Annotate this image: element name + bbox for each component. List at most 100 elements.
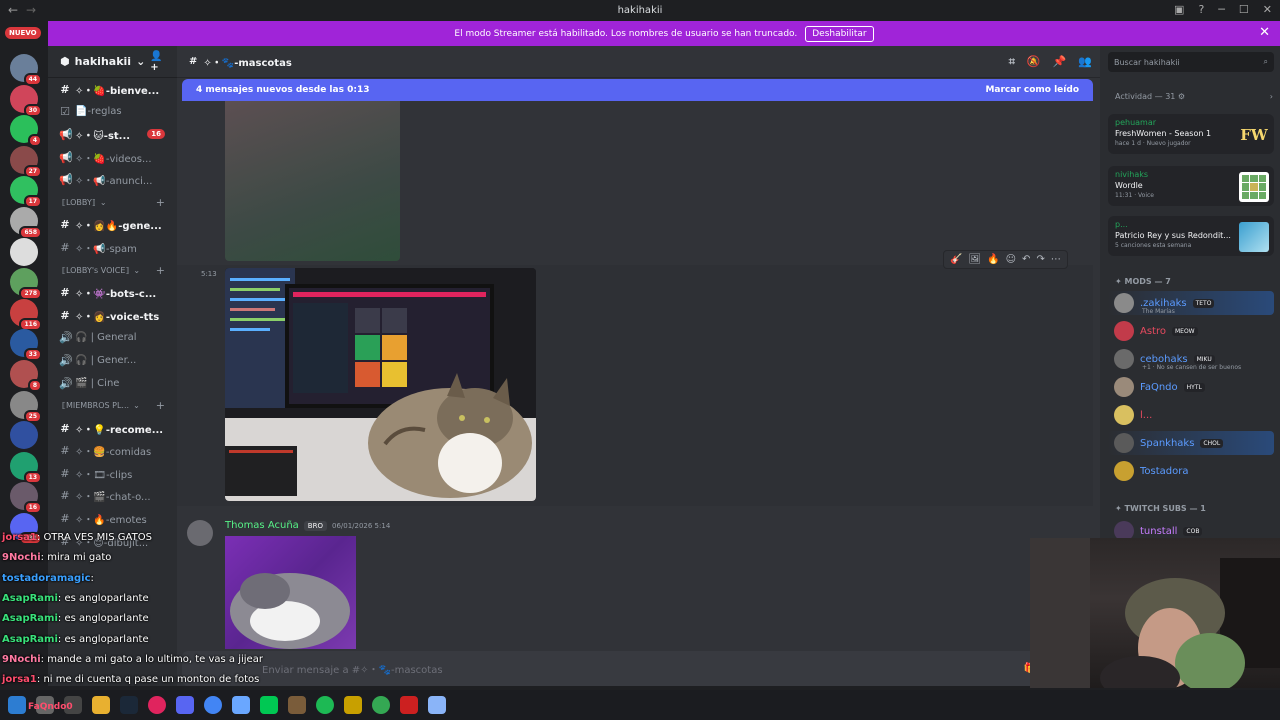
back-arrow-icon[interactable]: ← <box>8 3 18 17</box>
member-item[interactable]: Spankhaks CHOL <box>1108 431 1274 455</box>
spotify-icon[interactable] <box>316 696 334 714</box>
chat-message: : <box>90 572 94 584</box>
forward-arrow-icon[interactable]: → <box>26 3 36 17</box>
stream-chat-line: AsapRami: es angloparlante <box>2 613 149 624</box>
activity-card[interactable]: pehuamar FreshWomen - Season 1 hace 1 d … <box>1108 114 1274 154</box>
channel-item[interactable]: 📢 ✧・🍓-videos... <box>48 146 177 169</box>
pin-icon[interactable]: 📌 <box>1053 55 1067 69</box>
author-name[interactable]: Thomas Acuña <box>225 520 299 531</box>
app-icon[interactable] <box>232 696 250 714</box>
channel-item[interactable]: 📢 ✧・🐱-st... 16 <box>48 123 177 146</box>
discord-icon[interactable] <box>176 696 194 714</box>
app-icon[interactable] <box>344 696 362 714</box>
activity-card[interactable]: p... Patricio Rey y sus Redondit... 5 ca… <box>1108 216 1274 256</box>
member-item[interactable]: .zakihaks TETO The Marías <box>1108 291 1274 315</box>
search-input[interactable]: Buscar hakihakii ⌕ <box>1108 52 1274 72</box>
member-item[interactable]: FaQndo HYTL <box>1108 375 1274 399</box>
server-icon[interactable]: 658 <box>10 207 42 239</box>
channel-item[interactable]: # ✧・🎬-chat-o... <box>48 485 177 508</box>
speaker-icon: 🔊 <box>59 331 73 345</box>
channel-item[interactable]: # ✧・💡-recome... <box>48 417 177 440</box>
channel-item[interactable]: # ✧・📢-spam <box>48 236 177 259</box>
server-icon[interactable]: 4 <box>10 115 42 148</box>
invite-people-icon[interactable]: 👤+ <box>150 51 169 73</box>
minecraft-icon[interactable] <box>288 696 306 714</box>
message-input[interactable]: Enviar mensaje a #✧・🐾-mascotas 🎁 ▤ ▦ <box>182 651 1093 686</box>
channel-name: ✧・👩-voice-tts <box>75 311 160 323</box>
cat-monitor-photo[interactable] <box>225 268 536 501</box>
server-icon[interactable]: 44 <box>10 54 42 86</box>
steam-icon[interactable] <box>120 696 138 714</box>
mute-icon[interactable]: 🔕 <box>1027 55 1041 69</box>
reaction-icon[interactable]: 🔥 <box>987 254 999 265</box>
mark-read-button[interactable]: Marcar como leído <box>985 85 1079 95</box>
chrome-icon[interactable] <box>372 696 390 714</box>
channel-item[interactable]: # ✧・👩-voice-tts <box>48 304 177 327</box>
channel-item[interactable]: ☑ 📄-reglas <box>48 101 177 124</box>
channel-item[interactable]: # ✧・👾-bots-c... <box>48 281 177 304</box>
member-item[interactable]: Astro MEOW <box>1108 319 1274 343</box>
new-messages-bar[interactable]: 4 mensajes nuevos desde las 0:13 Marcar … <box>182 79 1093 101</box>
add-channel-icon[interactable]: + <box>156 264 165 277</box>
threads-icon[interactable]: ⌗ <box>1009 55 1015 69</box>
server-icon[interactable]: 8 <box>10 360 42 392</box>
category-header[interactable]: ⟦LOBBY's VOICE⟧ ⌄ + <box>48 259 177 282</box>
inbox-icon[interactable]: ▣ <box>1174 3 1184 16</box>
channel-item[interactable]: # ✧・🍔-comidas <box>48 440 177 463</box>
server-icon[interactable]: 30 <box>10 84 42 117</box>
minimize-icon[interactable]: ─ <box>1218 3 1225 16</box>
more-icon[interactable]: ⋯ <box>1051 254 1061 265</box>
maximize-icon[interactable]: ☐ <box>1239 3 1249 16</box>
channel-item[interactable]: 📢 ✧・📢-anunci... <box>48 168 177 191</box>
channel-item[interactable]: # ✧・👩‍🔥-gene... <box>48 214 177 237</box>
channel-item[interactable]: 🔊 🎬 | Cine <box>48 372 177 395</box>
server-icon[interactable]: 25 <box>10 390 42 423</box>
add-reaction-icon[interactable]: ☺ <box>1006 254 1016 265</box>
chat-area: # ✧・🐾-mascotas ⌗ 🔕 📌 👥 4 mensajes nuevos… <box>177 46 1100 686</box>
app-icon[interactable] <box>400 696 418 714</box>
forward-icon[interactable]: ↷ <box>1036 254 1044 265</box>
channel-item[interactable]: 🔊 🎧 | General <box>48 327 177 350</box>
close-banner-icon[interactable]: ✕ <box>1259 25 1270 40</box>
avatar[interactable] <box>187 520 213 546</box>
server-icon[interactable] <box>10 237 38 266</box>
cat-photo[interactable] <box>225 536 356 649</box>
member-item[interactable]: l... <box>1108 403 1274 427</box>
channel-item[interactable]: 🔊 🎧 | Gener... <box>48 349 177 372</box>
add-channel-icon[interactable]: + <box>156 399 165 412</box>
add-channel-icon[interactable]: + <box>156 196 165 209</box>
server-icon[interactable]: 13 <box>10 451 42 484</box>
channel-item[interactable]: # ✧・🔥-emotes <box>48 507 177 530</box>
app-icon[interactable] <box>260 696 278 714</box>
server-icon[interactable]: 33 <box>10 329 42 362</box>
start-icon[interactable] <box>8 696 26 714</box>
guild-header[interactable]: ⬢ hakihakii ⌄ 👤+ <box>48 46 177 78</box>
server-icon[interactable]: 278 <box>10 268 42 301</box>
app-icon[interactable] <box>428 696 446 714</box>
channel-item[interactable]: # ✧・🍓-bienve... <box>48 78 177 101</box>
member-item[interactable]: Tostadora <box>1108 459 1274 483</box>
chrome-icon[interactable] <box>204 696 222 714</box>
reply-icon[interactable]: ↶ <box>1022 254 1030 265</box>
server-icon[interactable]: 16 <box>10 482 42 515</box>
obs-icon[interactable] <box>148 696 166 714</box>
close-window-icon[interactable]: ✕ <box>1263 3 1272 16</box>
category-header[interactable]: ⟦MIEMBROS PL... ⌄ + <box>48 394 177 417</box>
category-header[interactable]: ⟦LOBBY⟧ ⌄ + <box>48 191 177 214</box>
activity-header[interactable]: Actividad — 31 ⚙ › <box>1115 92 1273 101</box>
member-item[interactable]: cebohaks MIKU +1 · No se cansen de ser bue… <box>1108 347 1274 371</box>
reaction-icon[interactable]: 🎸 <box>950 254 962 265</box>
server-icon[interactable]: 17 <box>10 176 42 209</box>
file-explorer-icon[interactable] <box>92 696 110 714</box>
server-icon[interactable]: 27 <box>10 145 42 178</box>
server-icon[interactable]: 116 <box>10 298 42 331</box>
member-list-icon[interactable]: 👥 <box>1078 55 1092 69</box>
channel-item[interactable]: # ✧・🎞-clips <box>48 462 177 485</box>
disable-streamer-button[interactable]: Deshabilitar <box>805 25 874 42</box>
help-icon[interactable]: ? <box>1198 3 1204 16</box>
activity-card[interactable]: nivihaks Wordle 11:31 · Voice <box>1108 166 1274 206</box>
attachment-image-blurred[interactable] <box>225 101 400 261</box>
reaction-icon[interactable]: 🖼 <box>968 254 981 265</box>
server-icon[interactable] <box>10 421 38 450</box>
chevron-right-icon[interactable]: › <box>1270 92 1273 101</box>
